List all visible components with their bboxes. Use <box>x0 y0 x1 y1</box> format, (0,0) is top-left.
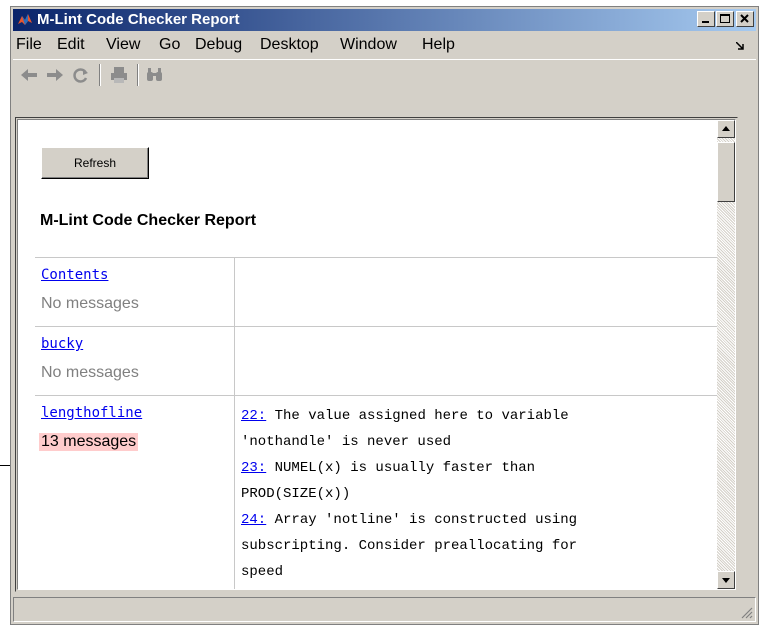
scrollbar-thumb[interactable] <box>717 142 735 202</box>
maximize-button[interactable] <box>716 11 734 27</box>
line-link-22[interactable]: 22: <box>241 408 266 424</box>
message-text: PROD(SIZE(x)) <box>241 486 351 502</box>
message-text: speed <box>241 564 284 580</box>
resize-grip-icon[interactable] <box>739 605 753 619</box>
toolbar-separator <box>137 64 139 86</box>
menu-debug[interactable]: Debug <box>195 36 242 54</box>
message-text: subscripting. Consider preallocating for <box>241 538 578 554</box>
window-title: M-Lint Code Checker Report <box>37 11 240 28</box>
app-window: M-Lint Code Checker Report File Edit Vie… <box>10 6 759 625</box>
message-text: The value assigned here to variable <box>266 408 569 424</box>
close-icon <box>740 14 749 23</box>
menu-desktop[interactable]: Desktop <box>260 36 319 54</box>
title-bar[interactable]: M-Lint Code Checker Report <box>13 9 756 31</box>
minimize-button[interactable] <box>697 11 715 27</box>
matlab-logo-icon <box>18 14 32 25</box>
messages-cell <box>235 258 719 326</box>
menu-help[interactable]: Help <box>422 36 455 54</box>
forward-icon[interactable] <box>45 66 65 84</box>
menu-edit[interactable]: Edit <box>57 36 85 54</box>
refresh-button[interactable]: Refresh <box>41 147 149 179</box>
message-line: speed <box>241 559 715 585</box>
message-text: Array 'notline' is constructed using <box>266 512 578 528</box>
message-text: NUMEL(x) is usually faster than <box>266 460 536 476</box>
message-count: No messages <box>41 364 139 381</box>
menu-file[interactable]: File <box>16 36 42 54</box>
toolbar-separator <box>99 64 101 86</box>
file-link-lengthofline[interactable]: lengthofline <box>41 405 142 421</box>
find-icon[interactable] <box>145 66 165 84</box>
refresh-icon[interactable] <box>71 66 91 84</box>
messages-cell: 22: The value assigned here to variable … <box>235 396 719 589</box>
print-icon[interactable] <box>109 66 129 84</box>
results-table: Contents No messages bucky No messages l… <box>35 257 719 589</box>
close-button[interactable] <box>736 11 754 27</box>
message-list: 22: The value assigned here to variable … <box>241 403 715 585</box>
menu-window[interactable]: Window <box>340 36 397 54</box>
menu-bar: File Edit View Go Debug Desktop Window H… <box>13 33 756 57</box>
menu-view[interactable]: View <box>106 36 140 54</box>
report-heading: M-Lint Code Checker Report <box>40 212 257 229</box>
message-line: 24: Array 'notline' is constructed using <box>241 507 715 533</box>
file-cell: lengthofline 13 messages <box>35 396 235 589</box>
line-link-23[interactable]: 23: <box>241 460 266 476</box>
vertical-scrollbar[interactable] <box>717 120 735 589</box>
message-line: subscripting. Consider preallocating for <box>241 533 715 559</box>
minimize-icon <box>702 21 709 23</box>
menu-go[interactable]: Go <box>159 36 180 54</box>
file-cell: Contents No messages <box>35 258 235 326</box>
report-pane: Refresh M-Lint Code Checker Report Conte… <box>17 119 736 590</box>
file-link-contents[interactable]: Contents <box>41 267 108 283</box>
back-icon[interactable] <box>19 66 39 84</box>
arrow-up-icon <box>722 126 730 131</box>
scroll-down-button[interactable] <box>717 571 735 589</box>
undock-arrow-icon[interactable] <box>736 42 744 50</box>
window-controls <box>696 11 754 27</box>
message-line: 23: NUMEL(x) is usually faster than <box>241 455 715 481</box>
messages-cell <box>235 327 719 395</box>
table-row: Contents No messages <box>35 257 719 326</box>
table-row: bucky No messages <box>35 326 719 395</box>
message-line: 22: The value assigned here to variable <box>241 403 715 429</box>
file-cell: bucky No messages <box>35 327 235 395</box>
message-line: 'nothandle' is never used <box>241 429 715 455</box>
line-link-24[interactable]: 24: <box>241 512 266 528</box>
file-link-bucky[interactable]: bucky <box>41 336 83 352</box>
scroll-up-button[interactable] <box>717 120 735 138</box>
arrow-down-icon <box>722 578 730 583</box>
message-count: No messages <box>41 295 139 312</box>
message-count-highlighted: 13 messages <box>39 433 139 451</box>
toolbar <box>13 59 756 90</box>
message-text: 'nothandle' is never used <box>241 434 452 450</box>
table-row: lengthofline 13 messages 22: The value a… <box>35 395 719 589</box>
maximize-icon <box>720 14 730 23</box>
message-line: PROD(SIZE(x)) <box>241 481 715 507</box>
status-bar <box>13 597 756 622</box>
